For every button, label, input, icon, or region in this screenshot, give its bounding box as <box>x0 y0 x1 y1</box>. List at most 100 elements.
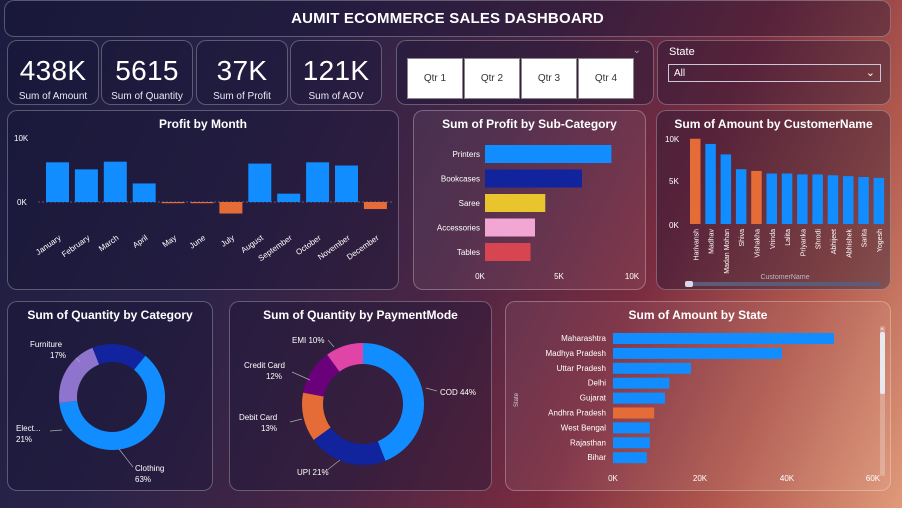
x-tick-label: Lalita <box>785 229 792 246</box>
qtr2-button[interactable]: Qtr 2 <box>464 58 520 99</box>
title-bar: AUMIT ECOMMERCE SALES DASHBOARD <box>4 0 891 37</box>
bar[interactable] <box>766 173 778 224</box>
qtr4-button[interactable]: Qtr 4 <box>578 58 634 99</box>
kpi-label: Sum of AOV <box>308 91 364 102</box>
kpi-card-quantity: 5615 Sum of Quantity <box>101 40 193 105</box>
bar[interactable] <box>306 162 330 202</box>
bar[interactable] <box>613 333 834 344</box>
donut-slice[interactable] <box>313 427 386 465</box>
bar[interactable] <box>797 174 808 224</box>
bar[interactable] <box>843 176 854 224</box>
kpi-card-profit: 37K Sum of Profit <box>196 40 288 105</box>
x-tick-label: Vrinda <box>770 229 777 249</box>
bar[interactable] <box>485 145 612 163</box>
x-tick-label: 10K <box>625 272 640 281</box>
bar[interactable] <box>335 165 358 202</box>
qtr1-button[interactable]: Qtr 1 <box>407 58 463 99</box>
bar[interactable] <box>613 362 691 374</box>
bar[interactable] <box>103 161 127 202</box>
kpi-label: Sum of Profit <box>213 91 271 102</box>
y-tick-label: Delhi <box>588 379 606 388</box>
x-tick-label: 20K <box>693 474 708 483</box>
x-tick-label: 60K <box>866 474 881 483</box>
slice-percent: 17% <box>50 351 66 360</box>
kpi-value: 5615 <box>115 55 179 86</box>
amount-by-state-card: Sum of Amount by State State 0K 20K 40K … <box>505 301 891 491</box>
profit-by-subcategory-card: Sum of Profit by Sub-Category 0K 5K 10K … <box>413 110 646 290</box>
bar[interactable] <box>613 377 670 389</box>
y-tick-label: Saree <box>459 199 481 208</box>
x-tick-label: Shrodi <box>816 229 823 250</box>
bar[interactable] <box>248 163 272 202</box>
leader-line <box>327 339 335 348</box>
bar[interactable] <box>873 177 885 224</box>
bar[interactable] <box>613 392 665 404</box>
x-tick-label: Vishakha <box>754 229 761 258</box>
bar[interactable] <box>690 138 701 224</box>
bar[interactable] <box>613 452 647 464</box>
slice-percent: 13% <box>261 424 277 433</box>
kpi-label: Sum of Quantity <box>111 91 183 102</box>
bar[interactable] <box>735 169 747 224</box>
x-tick-label: 5K <box>554 272 564 281</box>
x-tick-label: Priyanka <box>800 229 807 256</box>
x-axis-title: CustomerName <box>760 274 809 281</box>
slice-label: EMI 10% <box>292 336 324 345</box>
bar[interactable] <box>613 407 655 419</box>
slice-label: Debit Card <box>239 413 277 422</box>
y-tick-label: Andhra Pradesh <box>548 409 606 418</box>
y-tick-label: Printers <box>452 150 480 159</box>
y-tick-label: 10K <box>14 134 29 143</box>
bar[interactable] <box>74 169 98 202</box>
y-tick-label: 0K <box>17 198 27 207</box>
quantity-by-payment-card: Sum of Quantity by PaymentMode COD 44% UP… <box>229 301 492 491</box>
bar[interactable] <box>485 169 583 188</box>
slice-label: Clothing <box>135 464 164 473</box>
bar[interactable] <box>277 193 301 202</box>
x-tick-label: Sarita <box>862 229 869 247</box>
bar[interactable] <box>485 194 546 212</box>
quantity-by-category-card: Sum of Quantity by Category Furniture 17%… <box>7 301 213 491</box>
leader-line <box>291 371 311 381</box>
bar[interactable] <box>613 437 650 449</box>
kpi-label: Sum of Amount <box>18 91 88 102</box>
leader-line <box>325 459 341 472</box>
bar[interactable] <box>781 173 793 224</box>
bar[interactable] <box>190 202 214 204</box>
scrollbar-handle[interactable] <box>880 332 885 394</box>
bar[interactable] <box>720 154 732 224</box>
bar[interactable] <box>858 177 869 224</box>
bar[interactable] <box>46 162 69 202</box>
bar[interactable] <box>705 143 716 224</box>
bar[interactable] <box>613 422 650 434</box>
state-dropdown[interactable]: All ⌄ <box>668 64 881 82</box>
bar[interactable] <box>485 243 531 261</box>
quantity-by-category-chart: Furniture 17% Elect... 21% Clothing 63% <box>16 340 165 484</box>
chevron-down-icon[interactable]: ⌄ <box>633 45 641 56</box>
bar[interactable] <box>132 183 156 202</box>
bar[interactable] <box>827 175 839 224</box>
profit-by-subcategory-chart: 0K 5K 10K Printers Bookcases Saree Accessor… <box>437 145 640 281</box>
y-tick-label: Rajasthan <box>570 438 606 447</box>
kpi-value: 121K <box>302 55 370 86</box>
bar[interactable] <box>161 202 185 204</box>
bar[interactable] <box>363 202 387 210</box>
chevron-up-icon[interactable]: ^ <box>881 328 884 334</box>
scrollbar-handle[interactable] <box>685 281 693 287</box>
bar[interactable] <box>812 174 823 224</box>
bar[interactable] <box>485 218 535 237</box>
profit-by-month-card: Profit by Month 10K 0K January February Ma… <box>7 110 399 290</box>
x-tick-label: Shiva <box>739 229 746 247</box>
x-tick-label: Abhishek <box>846 229 853 258</box>
bar[interactable] <box>219 202 243 214</box>
qtr3-button[interactable]: Qtr 3 <box>521 58 577 99</box>
scrollbar-track[interactable] <box>685 282 881 286</box>
x-tick-label: 0K <box>608 474 618 483</box>
y-tick-label: Maharashtra <box>561 334 606 343</box>
bar[interactable] <box>613 347 782 359</box>
y-tick-label: Uttar Pradesh <box>557 364 606 373</box>
x-tick-label: 40K <box>780 474 795 483</box>
bar[interactable] <box>751 170 762 224</box>
x-tick-label: January <box>34 233 62 257</box>
profit-by-month-chart: 10K 0K JanuaryFebruary March April May June J… <box>14 134 393 263</box>
